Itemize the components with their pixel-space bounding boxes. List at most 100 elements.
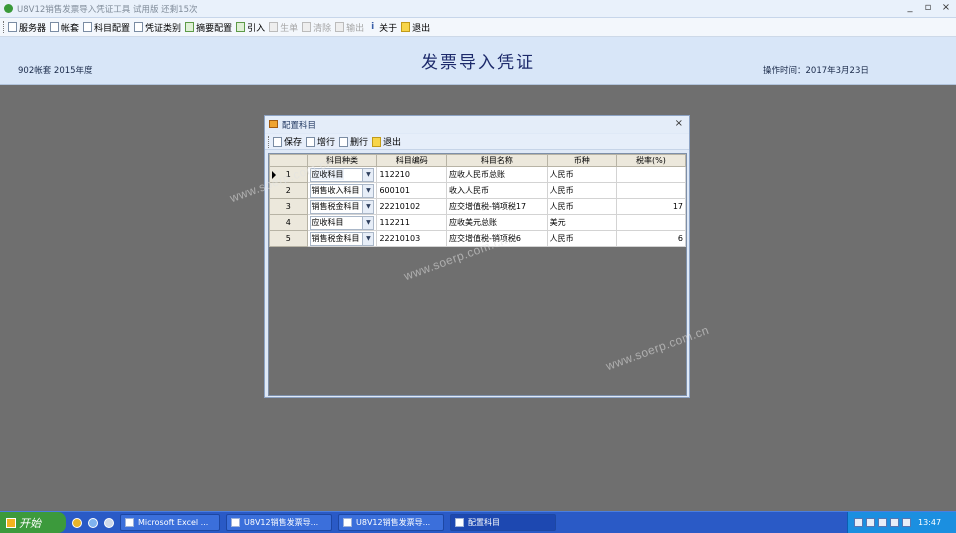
rate-cell[interactable] [615,214,687,231]
column-header-type[interactable]: 科目种类 [306,154,378,167]
type-cell[interactable]: 应收科目 ▼ [306,214,378,231]
table-row[interactable]: 1 应收科目 ▼ 112210 应收人民币总账 人民币 [269,166,687,183]
window-title-bar: U8V12销售发票导入凭证工具 试用版 还剩15次 _ ▫ × [0,0,956,18]
chevron-down-icon[interactable]: ▼ [362,200,374,213]
chevron-down-icon[interactable]: ▼ [362,184,374,197]
delete-row-button[interactable]: 删行 [339,135,368,148]
save-button[interactable]: 保存 [273,135,302,148]
row-header[interactable]: 2 [269,182,308,199]
row-header[interactable]: 4 [269,214,308,231]
rate-cell[interactable]: 6 [615,230,687,247]
toolbar-subject-config-button[interactable]: 科目配置 [83,21,130,34]
ie-icon[interactable] [88,517,98,528]
code-cell[interactable]: 22210102 [376,198,447,215]
toolbar-generate-button[interactable]: 生单 [269,21,298,34]
header-panel: 902帐套 2015年度 发票导入凭证 操作时间：2017年3月23日 [0,37,956,85]
subject-config-icon [83,22,93,32]
column-header-rate[interactable]: 税率(%) [615,154,687,167]
toolbar-exit-button[interactable]: 退出 [401,21,430,34]
desktop-icon[interactable] [104,517,114,528]
rate-cell[interactable] [615,182,687,199]
currency-cell[interactable]: 人民币 [546,230,617,247]
name-cell[interactable]: 收入人民币 [446,182,548,199]
rate-cell[interactable]: 17 [615,198,687,215]
dialog-toolbar: 保存 增行 删行 退出 [265,134,689,150]
toolbar-account-button[interactable]: 帐套 [50,21,79,34]
table-row[interactable]: 3 销售税金科目 ▼ 22210102 应交增值税-销项税17 人民币 17 [269,198,687,215]
volume-icon[interactable] [890,518,899,527]
dialog-exit-button[interactable]: 退出 [372,135,401,148]
taskbar-item-excel[interactable]: Microsoft Excel ... [120,514,220,531]
keyboard-icon[interactable] [854,518,863,527]
chevron-down-icon[interactable]: ▼ [362,168,374,181]
security-icon[interactable] [902,518,911,527]
taskbar-item-config[interactable]: 配置科目 [450,514,556,531]
toolbar-grip [268,135,271,148]
type-cell[interactable]: 销售税金科目 ▼ [306,198,378,215]
currency-cell[interactable]: 美元 [546,214,617,231]
currency-cell[interactable]: 人民币 [546,182,617,199]
rate-cell[interactable] [615,166,687,183]
quicklaunch-icon[interactable] [72,517,82,528]
summary-config-icon [185,22,195,32]
row-header[interactable]: 3 [269,198,308,215]
subject-type-select[interactable]: 销售收入科目 ▼ [309,183,375,198]
taskbar-item-u8-1[interactable]: U8V12销售发票导... [226,514,332,531]
operation-time: 操作时间：2017年3月23日 [763,66,869,76]
add-row-icon [306,136,316,147]
toolbar-summary-config-button[interactable]: 摘要配置 [185,21,232,34]
dialog-close-button[interactable]: × [675,118,683,129]
chevron-down-icon[interactable]: ▼ [362,216,374,229]
code-cell[interactable]: 112211 [376,214,447,231]
subject-type-select[interactable]: 销售税金科目 ▼ [309,199,375,214]
toolbar-clear-button[interactable]: 清除 [302,21,331,34]
config-subject-dialog: 配置科目 × 保存 增行 删行 退出 科目种类 科目编码 科目名称 币种 税率(… [264,115,690,398]
toolbar-voucher-type-button[interactable]: 凭证类别 [134,21,181,34]
table-row[interactable]: 2 销售收入科目 ▼ 600101 收入人民币 人民币 [269,182,687,199]
toolbar-import-button[interactable]: 引入 [236,21,265,34]
network-icon[interactable] [878,518,887,527]
toolbar-about-button[interactable]: i 关于 [368,21,397,34]
save-icon [273,136,282,147]
start-button[interactable]: 开始 [0,512,66,533]
type-cell[interactable]: 销售收入科目 ▼ [306,182,378,199]
export-icon [335,22,345,32]
table-row[interactable]: 4 应收科目 ▼ 112211 应收美元总账 美元 [269,214,687,231]
close-button[interactable]: × [939,2,953,13]
type-cell[interactable]: 销售税金科目 ▼ [306,230,378,247]
type-cell[interactable]: 应收科目 ▼ [306,166,378,183]
toolbar-grip [3,21,6,33]
row-header[interactable]: 1 [269,166,308,183]
dialog-icon [455,518,464,527]
restore-button[interactable]: ▫ [921,2,935,13]
row-header-corner [269,154,308,167]
table-row[interactable]: 5 销售税金科目 ▼ 22210103 应交增值税-销项税6 人民币 6 [269,230,687,247]
toolbar-export-button[interactable]: 输出 [335,21,364,34]
row-header[interactable]: 5 [269,230,308,247]
code-cell[interactable]: 22210103 [376,230,447,247]
name-cell[interactable]: 应收美元总账 [446,214,548,231]
import-icon [236,22,246,32]
code-cell[interactable]: 600101 [376,182,447,199]
minimize-button[interactable]: _ [903,2,917,13]
column-header-currency[interactable]: 币种 [546,154,617,167]
column-header-code[interactable]: 科目编码 [376,154,447,167]
currency-cell[interactable]: 人民币 [546,166,617,183]
column-header-name[interactable]: 科目名称 [446,154,548,167]
taskbar-item-u8-2[interactable]: U8V12销售发票导... [338,514,444,531]
help-icon[interactable] [866,518,875,527]
info-icon: i [371,22,375,32]
subject-type-select[interactable]: 应收科目 ▼ [309,215,375,230]
add-row-button[interactable]: 增行 [306,135,335,148]
subject-type-select[interactable]: 应收科目 ▼ [309,167,375,182]
code-cell[interactable]: 112210 [376,166,447,183]
name-cell[interactable]: 应交增值税-销项税6 [446,230,548,247]
account-icon [50,22,60,32]
name-cell[interactable]: 应收人民币总账 [446,166,548,183]
subject-type-select[interactable]: 销售税金科目 ▼ [309,231,375,246]
toolbar-server-button[interactable]: 服务器 [8,21,46,34]
name-cell[interactable]: 应交增值税-销项税17 [446,198,548,215]
chevron-down-icon[interactable]: ▼ [362,232,374,245]
currency-cell[interactable]: 人民币 [546,198,617,215]
taskbar: 开始 Microsoft Excel ... U8V12销售发票导... U8V… [0,511,956,533]
